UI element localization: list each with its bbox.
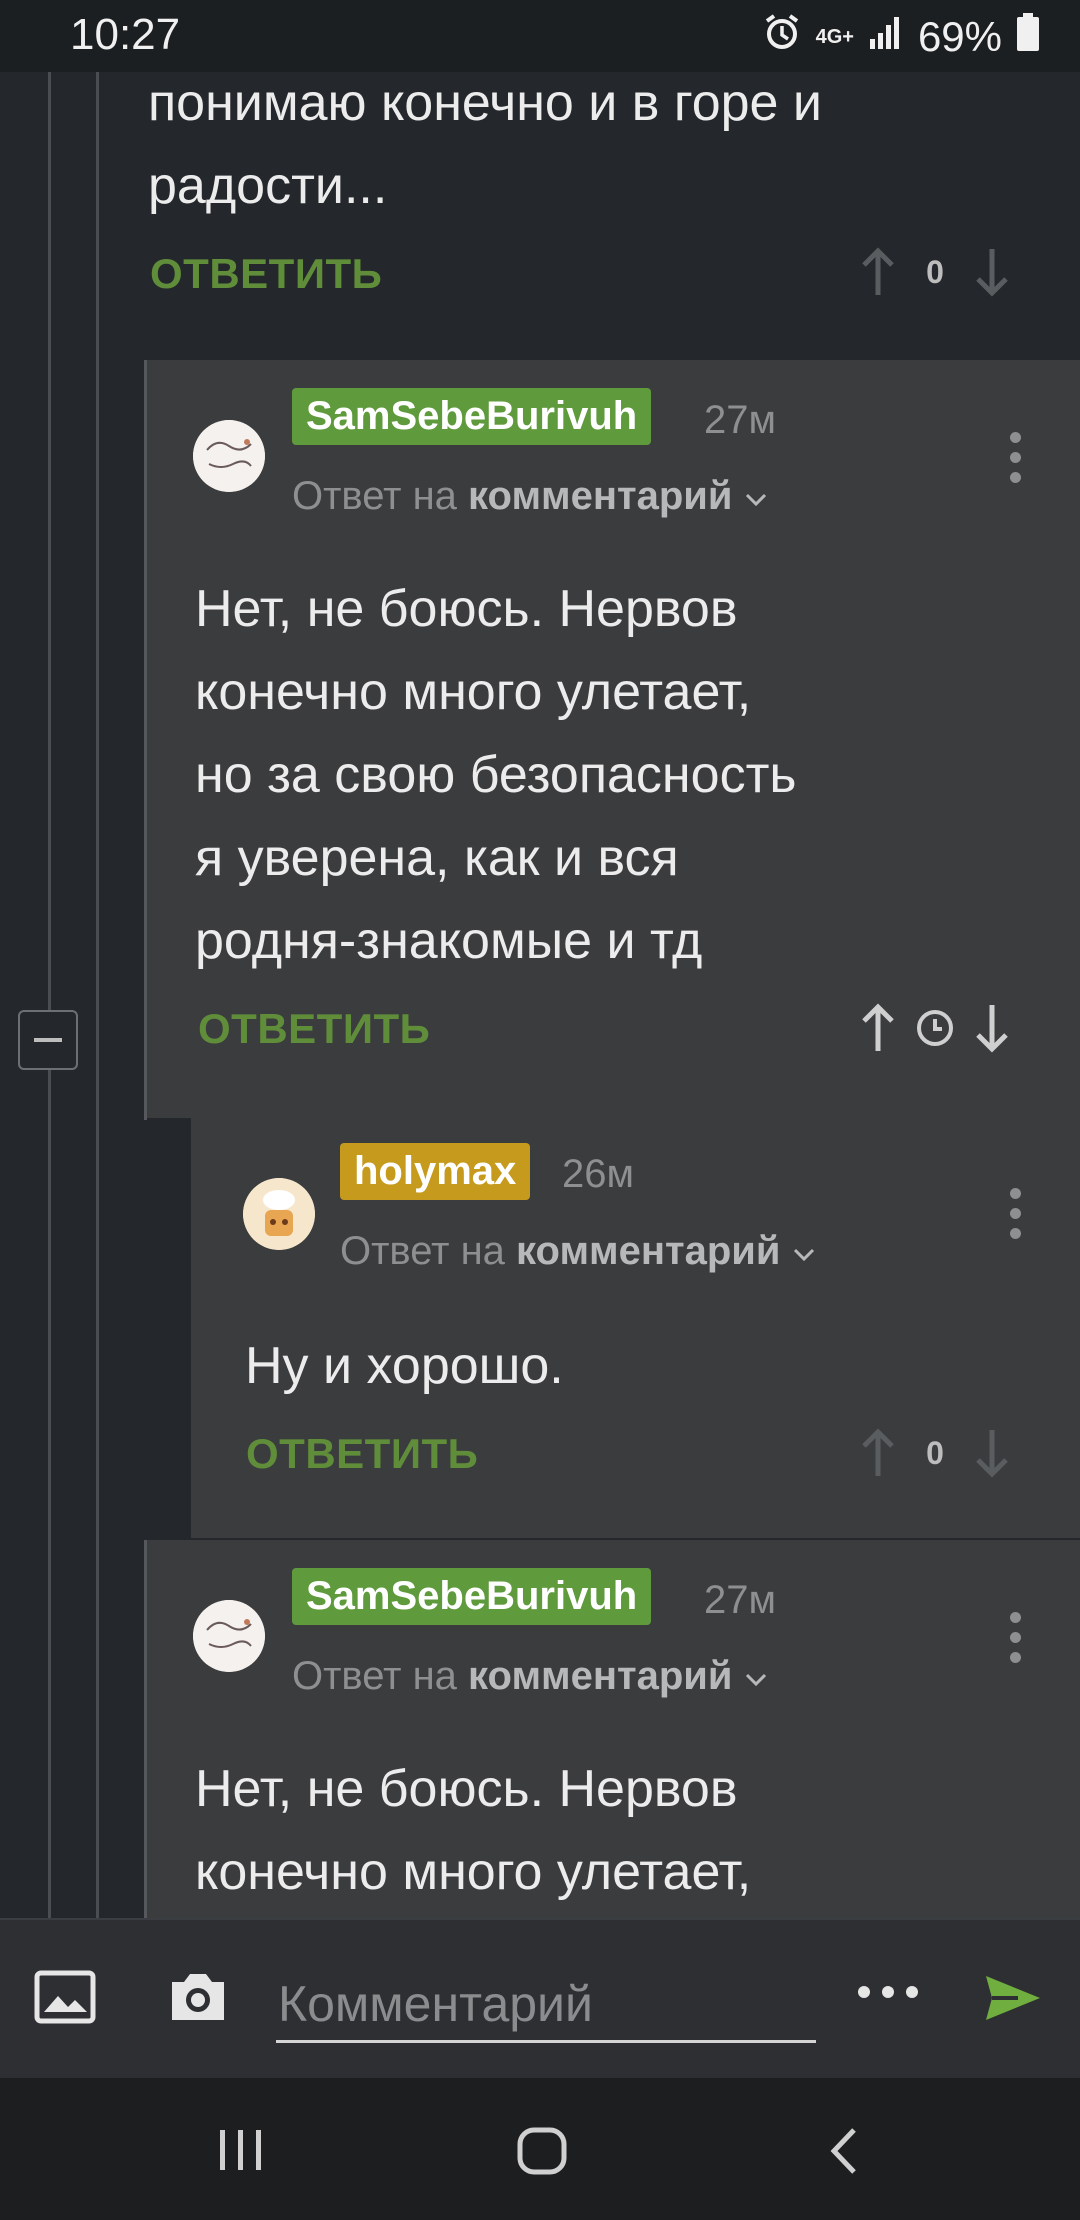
upvote-icon[interactable]: [856, 244, 900, 300]
battery-icon: [1016, 12, 1040, 62]
camera-icon[interactable]: [166, 1966, 230, 2031]
image-attach-icon[interactable]: [34, 1970, 96, 2031]
home-icon[interactable]: [516, 2126, 568, 2181]
avatar[interactable]: [193, 1600, 265, 1672]
vote-controls: [856, 1000, 1014, 1056]
reply-to-prefix: Ответ на: [340, 1229, 505, 1273]
username-badge[interactable]: SamSebeBurivuh: [292, 1568, 652, 1625]
more-horizontal-icon[interactable]: [856, 1984, 920, 2005]
upvote-icon[interactable]: [856, 1425, 900, 1481]
reply-to-prefix: Ответ на: [292, 474, 457, 518]
comment-score: 0: [926, 1434, 944, 1471]
pending-rating-icon: [900, 1008, 970, 1048]
upvote-icon[interactable]: [856, 1000, 900, 1056]
status-time: 10:27: [70, 10, 181, 59]
reply-to-link[interactable]: комментарий: [468, 1654, 732, 1698]
recent-apps-icon[interactable]: [218, 2128, 264, 2177]
system-nav-bar: [0, 2078, 1080, 2220]
comment-text: Нет, не боюсь. Нервов конечно много улет…: [195, 1760, 752, 1901]
minus-icon: [34, 1038, 62, 1042]
reply-to-line: Ответ на комментарий: [340, 1229, 816, 1274]
downvote-icon[interactable]: [970, 1000, 1014, 1056]
alarm-icon: [762, 12, 802, 62]
comment-text: Ну и хорошо.: [245, 1337, 564, 1395]
username-badge[interactable]: holymax: [340, 1143, 531, 1200]
reply-to-link[interactable]: комментарий: [468, 474, 732, 518]
chevron-down-icon[interactable]: [792, 1229, 816, 1273]
reply-to-line: Ответ на комментарий: [292, 1654, 768, 1699]
collapse-thread-button[interactable]: [18, 1010, 78, 1070]
reply-to-link[interactable]: комментарий: [516, 1229, 780, 1273]
chevron-down-icon[interactable]: [744, 474, 768, 518]
reply-button[interactable]: ОТВЕТИТЬ: [246, 1430, 478, 1478]
more-options-icon[interactable]: [1010, 432, 1022, 483]
comment-age: 27м: [704, 398, 776, 442]
avatar-logo-icon: [193, 1600, 265, 1672]
more-options-icon[interactable]: [1010, 1188, 1022, 1239]
downvote-icon[interactable]: [970, 244, 1014, 300]
avatar-cook-icon: [243, 1178, 315, 1250]
avatar-logo-icon: [193, 420, 265, 492]
battery-percent: 69%: [917, 13, 1002, 60]
nested-thread-gutter: [147, 1118, 191, 1538]
chevron-down-icon[interactable]: [744, 1654, 768, 1698]
comment-input-bar: [0, 1918, 1080, 2080]
comment-text: Нет, не боюсь. Нервов конечно много улет…: [195, 580, 797, 970]
prev-vote-controls: 0: [856, 244, 1014, 300]
reply-to-prefix: Ответ на: [292, 1654, 457, 1698]
avatar[interactable]: [243, 1178, 315, 1250]
reply-button[interactable]: ОТВЕТИТЬ: [198, 1005, 430, 1053]
comment-field[interactable]: [276, 1970, 820, 2043]
downvote-icon[interactable]: [970, 1425, 1014, 1481]
avatar[interactable]: [193, 420, 265, 492]
prev-reply-button[interactable]: ОТВЕТИТЬ: [150, 250, 382, 298]
thread-line-level-1: [48, 72, 51, 1918]
signal-icon: [868, 13, 904, 61]
thread-line-level-2: [96, 72, 99, 1918]
vote-controls: 0: [856, 1425, 1014, 1481]
comment-age: 27м: [704, 1578, 776, 1622]
network-type-label: 4G+: [815, 26, 854, 48]
prev-score: 0: [926, 253, 944, 290]
comment-input[interactable]: [276, 1970, 820, 2038]
status-indicators: 4G+ 69%: [762, 12, 1040, 62]
back-icon[interactable]: [828, 2126, 858, 2181]
username-badge[interactable]: SamSebeBurivuh: [292, 388, 652, 445]
reply-to-line: Ответ на комментарий: [292, 474, 768, 519]
send-icon[interactable]: [984, 1972, 1042, 2029]
comment-age: 26м: [562, 1152, 634, 1196]
prev-comment-text: понимаю конечно и в горе и радости...: [148, 74, 822, 215]
more-options-icon[interactable]: [1010, 1612, 1022, 1663]
